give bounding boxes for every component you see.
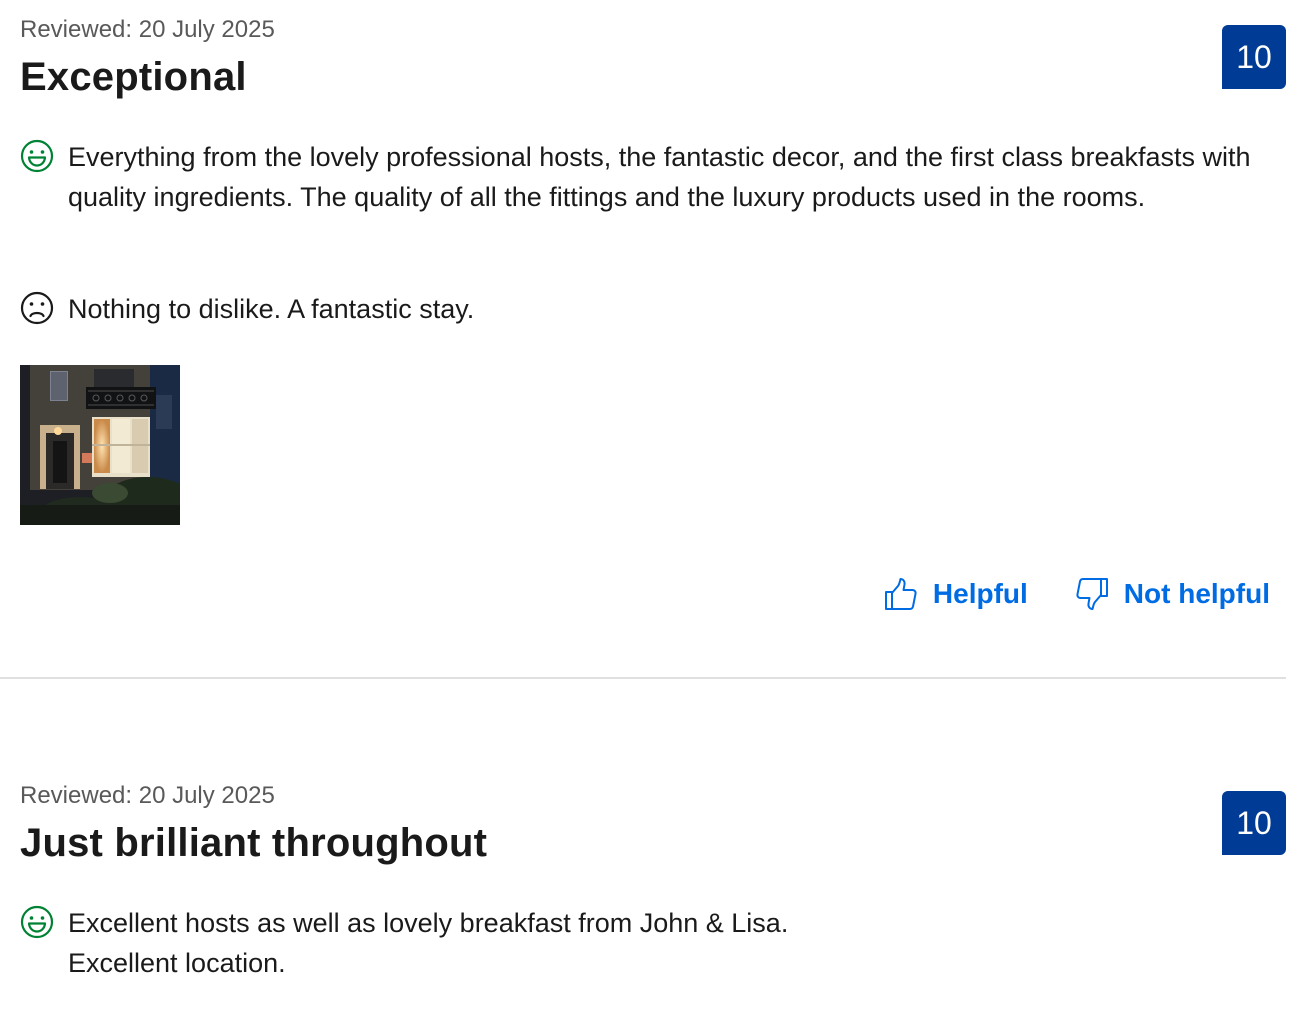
- positive-comment-text: Everything from the lovely professional …: [68, 142, 1251, 212]
- helpful-label: Helpful: [932, 578, 1028, 609]
- not-helpful-button[interactable]: Not helpful: [1074, 576, 1270, 612]
- review-feedback: Helpful Not helpful: [883, 572, 1270, 616]
- negative-comment-text: Nothing to dislike. A fantastic stay.: [68, 294, 475, 324]
- helpful-button[interactable]: Helpful: [883, 576, 1028, 612]
- smiling-face-icon: [20, 905, 54, 939]
- score-badge: 10: [1222, 791, 1286, 855]
- not-helpful-label: Not helpful: [1123, 578, 1270, 609]
- thumbs-up-icon: [884, 578, 917, 610]
- frowning-face-icon: [20, 291, 54, 325]
- review-date: Reviewed: 20 July 2025: [20, 16, 275, 43]
- review-date: Reviewed: 20 July 2025: [20, 782, 275, 809]
- review-divider: [0, 677, 1286, 679]
- review-photo-thumbnail[interactable]: [20, 365, 180, 525]
- thumbs-down-icon: [1076, 578, 1108, 610]
- positive-comment-text: Excellent hosts as well as lovely breakf…: [68, 908, 789, 978]
- review-title: Exceptional: [20, 55, 247, 99]
- score-badge: 10: [1222, 25, 1286, 89]
- review-title: Just brilliant throughout: [20, 821, 488, 865]
- smiling-face-icon: [20, 139, 54, 173]
- house-photo-image: [20, 365, 180, 525]
